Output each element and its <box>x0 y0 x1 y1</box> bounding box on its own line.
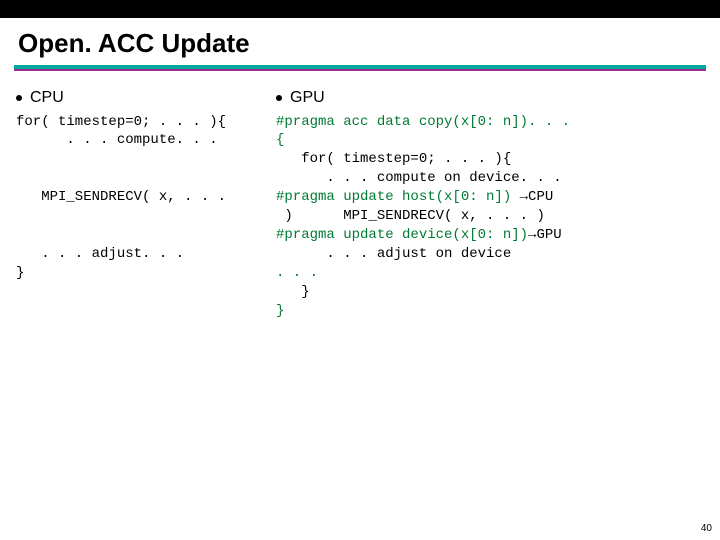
cpu-bullet-label: CPU <box>30 87 64 109</box>
cpu-bullet-row: CPU <box>16 87 276 109</box>
close-paren: ) <box>276 208 293 224</box>
cpu-code-line: } <box>16 264 276 283</box>
gpu-code-line: . . . <box>276 264 710 283</box>
cpu-code-line: MPI_SENDRECV( x, . . . <box>16 188 276 207</box>
gpu-bullet-row: GPU <box>276 87 710 109</box>
gpu-code-line: #pragma acc data copy(x[0: n]). . . <box>276 113 710 132</box>
spacer <box>16 207 276 245</box>
slide-title: Open. ACC Update <box>0 18 720 65</box>
pragma-text: #pragma update host(x[0: n]) <box>276 189 520 205</box>
arrow-right-icon: → <box>520 189 528 205</box>
gpu-code-line: } <box>276 283 710 302</box>
slide-body: CPU for( timestep=0; . . . ){ . . . comp… <box>0 69 720 320</box>
mpi-call: MPI_SENDRECV( x, . . . ) <box>293 208 545 224</box>
gpu-code-line: ) MPI_SENDRECV( x, . . . ) <box>276 207 710 226</box>
gpu-bullet-label: GPU <box>290 87 325 109</box>
bullet-dot-icon <box>276 95 282 101</box>
top-black-bar <box>0 0 720 18</box>
gpu-code-line: { <box>276 131 710 150</box>
right-column: GPU #pragma acc data copy(x[0: n]). . . … <box>276 87 710 320</box>
gpu-code-line: . . . adjust on device <box>276 245 710 264</box>
gpu-code-line: #pragma update host(x[0: n]) →CPU <box>276 188 710 207</box>
left-column: CPU for( timestep=0; . . . ){ . . . comp… <box>16 87 276 320</box>
cpu-label: CPU <box>528 189 553 205</box>
slide: Open. ACC Update CPU for( timestep=0; . … <box>0 0 720 540</box>
cpu-code-line: . . . adjust. . . <box>16 245 276 264</box>
gpu-code-line: #pragma update device(x[0: n])→GPU <box>276 226 710 245</box>
pragma-text: #pragma update device(x[0: n]) <box>276 227 528 243</box>
gpu-code-line: . . . compute on device. . . <box>276 169 710 188</box>
page-number: 40 <box>701 523 712 534</box>
cpu-code-line: . . . compute. . . <box>16 131 276 150</box>
bullet-dot-icon <box>16 95 22 101</box>
gpu-code-line: for( timestep=0; . . . ){ <box>276 150 710 169</box>
spacer <box>16 150 276 188</box>
gpu-label: GPU <box>536 227 561 243</box>
gpu-code-line: } <box>276 302 710 321</box>
cpu-code-line: for( timestep=0; . . . ){ <box>16 113 276 132</box>
